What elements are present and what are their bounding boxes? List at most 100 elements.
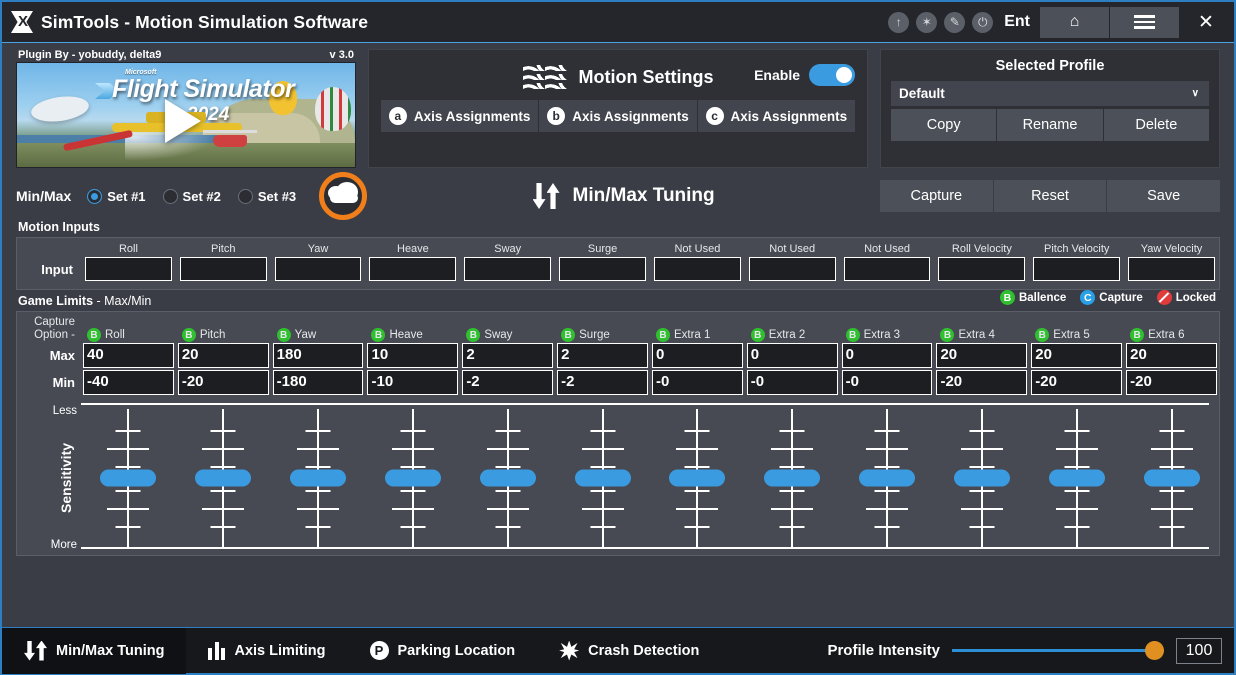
column-badge-icon[interactable]: B xyxy=(846,328,860,342)
burst-star-icon[interactable]: ✶ xyxy=(916,12,937,33)
play-icon[interactable] xyxy=(165,99,201,143)
min-value-field[interactable]: -0 xyxy=(747,370,838,395)
sensitivity-slider[interactable] xyxy=(650,403,745,553)
slider-handle[interactable] xyxy=(764,470,820,487)
limit-column-header[interactable]: BExtra 2 xyxy=(745,328,840,342)
limit-column-header[interactable]: BExtra 3 xyxy=(840,328,935,342)
max-value-field[interactable]: 2 xyxy=(462,343,553,368)
game-thumbnail[interactable]: Microsoft Flight Simulator 2024 xyxy=(16,62,356,168)
sensitivity-slider[interactable] xyxy=(555,403,650,553)
sensitivity-slider[interactable] xyxy=(81,403,176,553)
close-button[interactable]: ✕ xyxy=(1180,7,1232,38)
max-value-field[interactable]: 20 xyxy=(1126,343,1217,368)
reset-button[interactable]: Reset xyxy=(994,180,1108,212)
column-badge-icon[interactable]: B xyxy=(751,328,765,342)
sensitivity-slider[interactable] xyxy=(460,403,555,553)
max-value-field[interactable]: 0 xyxy=(747,343,838,368)
motion-input-field[interactable] xyxy=(85,257,172,281)
set-2-option[interactable]: Set #2 xyxy=(163,189,221,204)
menu-button[interactable] xyxy=(1110,7,1179,38)
pencil-edit-icon[interactable]: ✎ xyxy=(944,12,965,33)
motion-input-field[interactable] xyxy=(749,257,836,281)
capture-button[interactable]: Capture xyxy=(880,180,994,212)
set-1-option[interactable]: Set #1 xyxy=(87,189,145,204)
slider-handle[interactable] xyxy=(575,470,631,487)
column-badge-icon[interactable]: B xyxy=(87,328,101,342)
limit-column-header[interactable]: BSway xyxy=(460,328,555,342)
max-value-field[interactable]: 20 xyxy=(178,343,269,368)
sensitivity-slider[interactable] xyxy=(271,403,366,553)
min-value-field[interactable]: -40 xyxy=(83,370,174,395)
sensitivity-slider[interactable] xyxy=(840,403,935,553)
slider-handle[interactable] xyxy=(1145,641,1164,660)
limit-column-header[interactable]: BExtra 5 xyxy=(1029,328,1124,342)
motion-input-field[interactable] xyxy=(464,257,551,281)
slider-handle[interactable] xyxy=(1144,470,1200,487)
slider-handle[interactable] xyxy=(195,470,251,487)
sensitivity-slider[interactable] xyxy=(176,403,271,553)
tab-parking-location[interactable]: P Parking Location xyxy=(348,628,538,674)
limit-column-header[interactable]: BExtra 1 xyxy=(650,328,745,342)
motion-input-field[interactable] xyxy=(180,257,267,281)
max-value-field[interactable]: 40 xyxy=(83,343,174,368)
profile-intensity-slider[interactable] xyxy=(952,641,1164,661)
limit-column-header[interactable]: BHeave xyxy=(365,328,460,342)
tab-minmax-tuning[interactable]: Min/Max Tuning xyxy=(2,628,186,674)
slider-handle[interactable] xyxy=(859,470,915,487)
tab-crash-detection[interactable]: Crash Detection xyxy=(537,628,721,674)
column-badge-icon[interactable]: B xyxy=(1130,328,1144,342)
max-value-field[interactable]: 20 xyxy=(936,343,1027,368)
enable-toggle[interactable] xyxy=(809,64,855,86)
column-badge-icon[interactable]: B xyxy=(182,328,196,342)
slider-handle[interactable] xyxy=(100,470,156,487)
max-value-field[interactable]: 20 xyxy=(1031,343,1122,368)
slider-handle[interactable] xyxy=(1049,470,1105,487)
sensitivity-slider[interactable] xyxy=(745,403,840,553)
max-value-field[interactable]: 10 xyxy=(367,343,458,368)
axis-assignments-button-a[interactable]: a Axis Assignments xyxy=(381,100,539,132)
slider-handle[interactable] xyxy=(669,470,725,487)
home-button[interactable]: ⌂ xyxy=(1040,7,1109,38)
profile-intensity-value[interactable]: 100 xyxy=(1176,638,1222,664)
column-badge-icon[interactable]: B xyxy=(940,328,954,342)
min-value-field[interactable]: -20 xyxy=(1126,370,1217,395)
axis-assignments-button-c[interactable]: c Axis Assignments xyxy=(698,100,855,132)
limit-column-header[interactable]: BRoll xyxy=(81,328,176,342)
profile-dropdown[interactable]: Default ∨ xyxy=(891,81,1209,106)
save-button[interactable]: Save xyxy=(1107,180,1220,212)
copy-profile-button[interactable]: Copy xyxy=(891,109,997,141)
max-value-field[interactable]: 0 xyxy=(652,343,743,368)
limit-column-header[interactable]: BSurge xyxy=(555,328,650,342)
limit-column-header[interactable]: BExtra 4 xyxy=(934,328,1029,342)
motion-input-field[interactable] xyxy=(369,257,456,281)
delete-profile-button[interactable]: Delete xyxy=(1104,109,1209,141)
sensitivity-slider[interactable] xyxy=(365,403,460,553)
motion-input-field[interactable] xyxy=(654,257,741,281)
radio-set-2[interactable] xyxy=(163,189,178,204)
max-value-field[interactable]: 180 xyxy=(273,343,364,368)
min-value-field[interactable]: -0 xyxy=(842,370,933,395)
upload-arrow-icon[interactable]: ↑ xyxy=(888,12,909,33)
sensitivity-slider[interactable] xyxy=(934,403,1029,553)
rename-profile-button[interactable]: Rename xyxy=(997,109,1103,141)
min-value-field[interactable]: -0 xyxy=(652,370,743,395)
max-value-field[interactable]: 2 xyxy=(557,343,648,368)
column-badge-icon[interactable]: B xyxy=(466,328,480,342)
limit-column-header[interactable]: BPitch xyxy=(176,328,271,342)
power-plug-icon[interactable]: ⏻ xyxy=(972,12,993,33)
column-badge-icon[interactable]: B xyxy=(1035,328,1049,342)
column-badge-icon[interactable]: B xyxy=(561,328,575,342)
motion-input-field[interactable] xyxy=(559,257,646,281)
max-value-field[interactable]: 0 xyxy=(842,343,933,368)
motion-input-field[interactable] xyxy=(1128,257,1215,281)
min-value-field[interactable]: -20 xyxy=(1031,370,1122,395)
motion-input-field[interactable] xyxy=(275,257,362,281)
sensitivity-slider[interactable] xyxy=(1124,403,1219,553)
min-value-field[interactable]: -2 xyxy=(557,370,648,395)
min-value-field[interactable]: -180 xyxy=(273,370,364,395)
min-value-field[interactable]: -20 xyxy=(936,370,1027,395)
slider-handle[interactable] xyxy=(290,470,346,487)
column-badge-icon[interactable]: B xyxy=(277,328,291,342)
tab-axis-limiting[interactable]: Axis Limiting xyxy=(186,628,347,674)
motion-input-field[interactable] xyxy=(938,257,1025,281)
